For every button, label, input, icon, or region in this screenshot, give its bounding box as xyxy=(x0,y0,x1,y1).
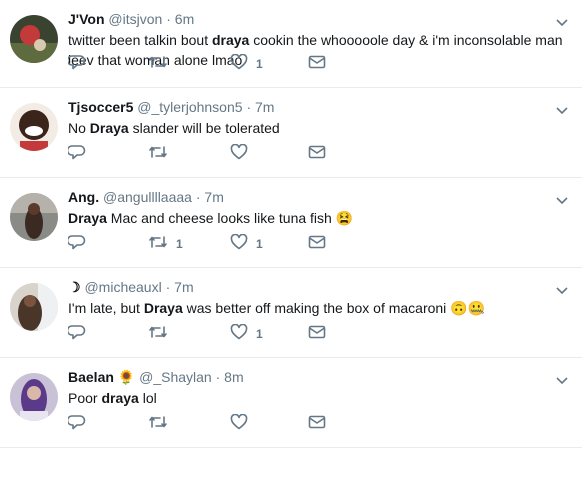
separator-dot: · xyxy=(166,11,171,27)
keyword-highlight: Draya xyxy=(68,210,107,226)
like-button[interactable]: 1 xyxy=(230,53,263,75)
keyword-highlight: draya xyxy=(211,32,250,48)
keyword-highlight: draya xyxy=(101,390,139,406)
separator-dot: · xyxy=(165,279,171,295)
text-before: I'm late, but xyxy=(68,300,144,316)
tweet-header: Baelan 🌻 @_Shaylan · 8m xyxy=(68,369,244,386)
like-button[interactable] xyxy=(230,413,256,435)
reply-button[interactable] xyxy=(66,144,86,165)
text-after: was better off making the box of macaron… xyxy=(182,300,486,316)
direct-message-icon xyxy=(308,415,326,434)
heart-icon xyxy=(230,233,248,255)
keyword-highlight: Draya xyxy=(143,300,183,316)
display-name[interactable]: Ang. xyxy=(68,189,99,205)
reply-button[interactable] xyxy=(66,54,86,75)
like-button[interactable]: 1 xyxy=(230,233,263,255)
like-count: 1 xyxy=(256,237,263,251)
avatar[interactable] xyxy=(10,193,58,241)
display-name[interactable]: Tjsoccer5 xyxy=(68,99,133,115)
timestamp[interactable]: 7m xyxy=(255,99,274,115)
reply-icon xyxy=(66,54,86,75)
separator-dot: · xyxy=(195,189,201,205)
text-before: Poor xyxy=(68,390,102,406)
user-handle[interactable]: @_tylerjohnson5 xyxy=(137,99,242,115)
direct-message-icon xyxy=(308,145,326,164)
reply-button[interactable] xyxy=(66,234,86,255)
direct-message-button[interactable] xyxy=(308,234,326,254)
user-handle[interactable]: @micheauxl xyxy=(84,279,161,295)
user-handle[interactable]: @itsjvon xyxy=(108,11,162,27)
retweet-button[interactable] xyxy=(148,54,176,74)
like-count: 1 xyxy=(256,327,263,341)
text-after: lol xyxy=(138,390,157,406)
retweet-button[interactable] xyxy=(148,414,176,434)
timestamp[interactable]: 6m xyxy=(175,11,194,27)
reply-button[interactable] xyxy=(66,324,86,345)
reply-icon xyxy=(66,144,86,165)
tweet[interactable]: J'Von @itsjvon · 6m twitter been talkin … xyxy=(0,0,582,88)
direct-message-icon xyxy=(308,55,326,74)
tweet-text: No Draya slander will be tolerated xyxy=(68,118,568,138)
tweet-text: Poor draya lol xyxy=(68,388,568,408)
retweet-icon xyxy=(148,234,168,255)
retweet-button[interactable] xyxy=(148,144,176,164)
timestamp[interactable]: 7m xyxy=(204,189,223,205)
retweet-count: 1 xyxy=(176,237,183,251)
heart-icon xyxy=(230,53,248,75)
direct-message-button[interactable] xyxy=(308,324,326,344)
tweet[interactable]: Ang. @angullllaaaa · 7m Draya Mac and ch… xyxy=(0,178,582,268)
heart-icon xyxy=(230,413,248,435)
tweet[interactable]: Baelan 🌻 @_Shaylan · 8m Poor draya lol xyxy=(0,358,582,448)
like-button[interactable]: 1 xyxy=(230,323,263,345)
tweet-header: J'Von @itsjvon · 6m xyxy=(68,11,194,27)
reply-button[interactable] xyxy=(66,414,86,435)
reply-icon xyxy=(66,414,86,435)
direct-message-button[interactable] xyxy=(308,144,326,164)
heart-icon xyxy=(230,323,248,345)
tweet-text: Draya Mac and cheese looks like tuna fis… xyxy=(68,208,568,228)
direct-message-icon xyxy=(308,235,326,254)
retweet-button[interactable] xyxy=(148,324,176,344)
like-count: 1 xyxy=(256,57,263,71)
tweet-header: Ang. @angullllaaaa · 7m xyxy=(68,189,224,205)
user-handle[interactable]: @_Shaylan xyxy=(139,369,212,385)
text-after: slander will be tolerated xyxy=(128,120,280,136)
reply-icon xyxy=(66,324,86,345)
tweet[interactable]: ☽ @micheauxl · 7m I'm late, but Draya wa… xyxy=(0,268,582,358)
timestamp[interactable]: 8m xyxy=(224,369,243,385)
text-after: Mac and cheese looks like tuna fish 😫 xyxy=(106,210,354,226)
retweet-button[interactable]: 1 xyxy=(148,234,183,254)
separator-dot: · xyxy=(246,99,252,115)
avatar[interactable] xyxy=(10,15,58,63)
avatar[interactable] xyxy=(10,103,58,151)
tweet-text: I'm late, but Draya was better off makin… xyxy=(68,298,568,318)
heart-icon xyxy=(230,143,248,165)
keyword-highlight: Draya xyxy=(89,120,129,136)
text-before: twitter been talkin bout xyxy=(68,32,212,48)
retweet-icon xyxy=(148,414,168,435)
tweet-header: ☽ @micheauxl · 7m xyxy=(68,279,194,296)
direct-message-button[interactable] xyxy=(308,54,326,74)
avatar[interactable] xyxy=(10,373,58,421)
text-before: No xyxy=(68,120,90,136)
reply-icon xyxy=(66,234,86,255)
avatar[interactable] xyxy=(10,283,58,331)
separator-dot: · xyxy=(215,369,221,385)
tweet[interactable]: Tjsoccer5 @_tylerjohnson5 · 7m No Draya … xyxy=(0,88,582,178)
tweet-header: Tjsoccer5 @_tylerjohnson5 · 7m xyxy=(68,99,274,115)
direct-message-icon xyxy=(308,325,326,344)
direct-message-button[interactable] xyxy=(308,414,326,434)
retweet-icon xyxy=(148,54,168,75)
like-button[interactable] xyxy=(230,143,256,165)
display-name[interactable]: ☽ xyxy=(68,279,81,295)
tweet-feed: J'Von @itsjvon · 6m twitter been talkin … xyxy=(0,0,582,448)
timestamp[interactable]: 7m xyxy=(174,279,193,295)
user-handle[interactable]: @angullllaaaa xyxy=(103,189,192,205)
retweet-icon xyxy=(148,144,168,165)
display-name[interactable]: J'Von xyxy=(68,11,105,27)
display-name[interactable]: Baelan 🌻 xyxy=(68,369,135,385)
retweet-icon xyxy=(148,324,168,345)
